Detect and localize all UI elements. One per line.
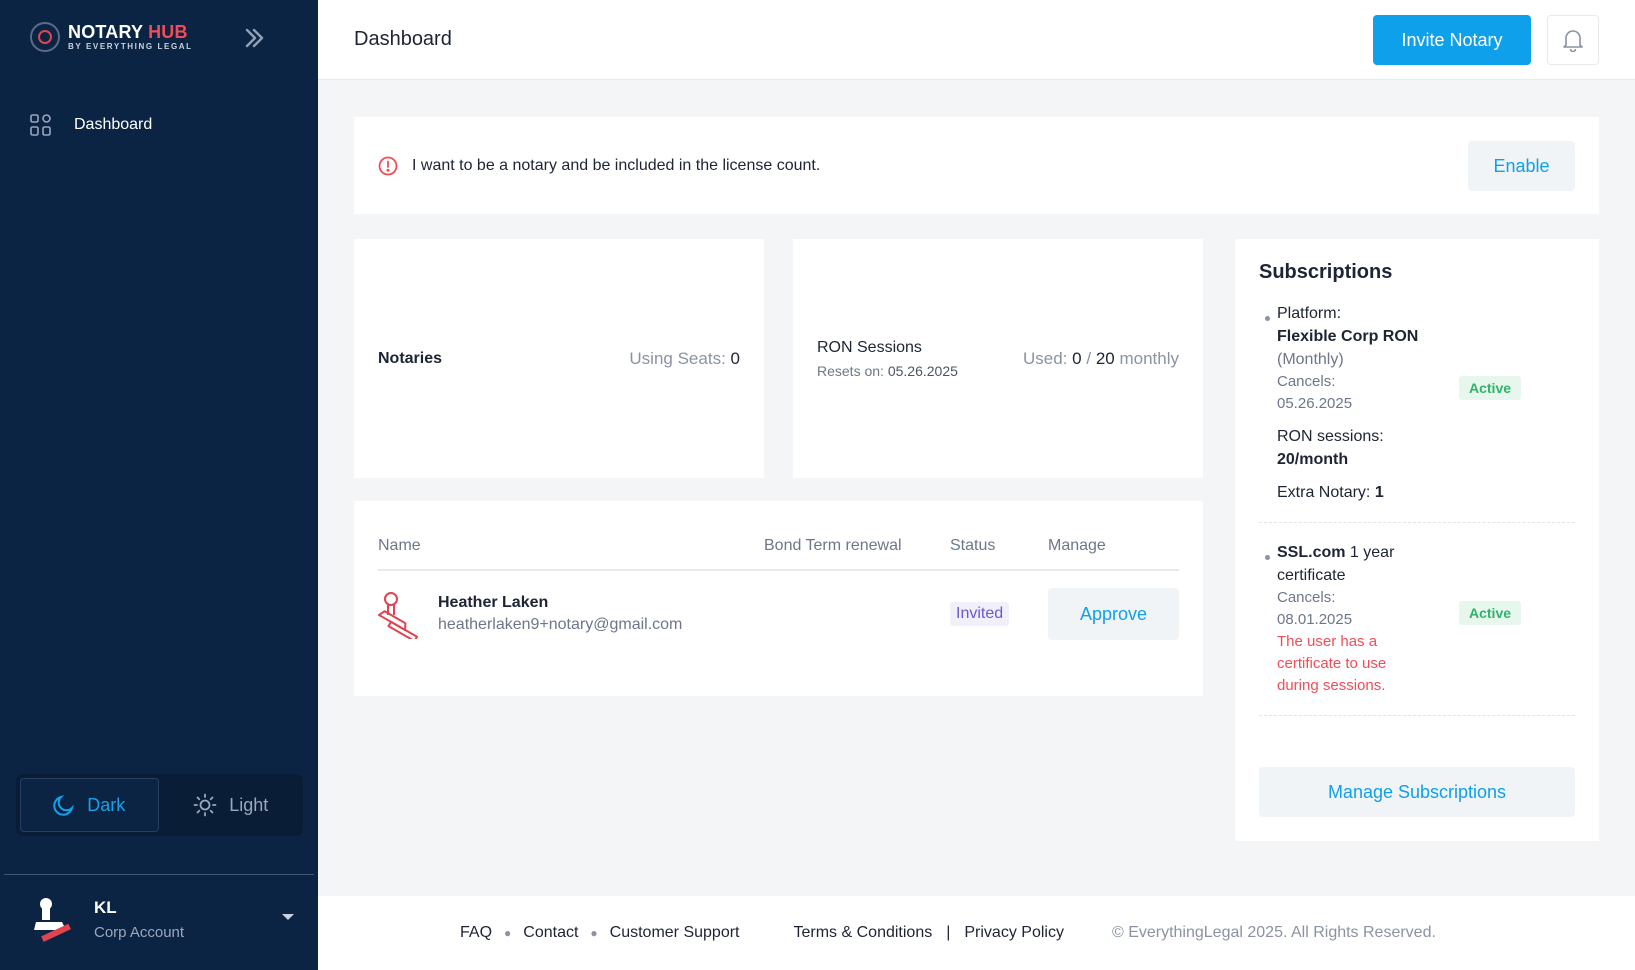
theme-light-label: Light xyxy=(229,794,269,815)
ron-sessions-card: RON Sessions Resets on: 05.26.2025 Used:… xyxy=(793,239,1203,478)
caret-down-icon xyxy=(282,914,294,920)
platform-period: (Monthly) xyxy=(1277,351,1344,368)
column-header-manage: Manage xyxy=(1048,537,1106,554)
theme-toggle: Dark Light xyxy=(16,774,303,836)
notaries-table: Name Bond Term renewal Status Manage Hea… xyxy=(354,501,1203,696)
notary-email: heatherlaken9+notary@gmail.com xyxy=(438,616,683,633)
account-type: Corp Account xyxy=(94,923,185,941)
used-separator: / xyxy=(1086,348,1092,368)
alert-text: I want to be a notary and be included in… xyxy=(412,156,821,174)
notary-stamp-icon xyxy=(378,592,418,639)
table-header: Name Bond Term renewal Status Manage xyxy=(378,501,1179,571)
footer-separator: | xyxy=(946,924,951,941)
platform-cancels-date: 05.26.2025 xyxy=(1277,395,1353,412)
status-badge: Active xyxy=(1459,601,1522,625)
ron-usage: Used: 0 / 20 monthly xyxy=(1023,349,1179,369)
seats-usage: Using Seats: 0 xyxy=(629,349,740,369)
footer-dot: ● xyxy=(504,926,512,940)
notary-person: Heather Laken heatherlaken9+notary@gmail… xyxy=(378,589,950,639)
used-limit: 20 xyxy=(1095,348,1115,368)
ssl-product: SSL.com xyxy=(1277,544,1346,561)
seal-icon xyxy=(30,22,60,52)
theme-light-option[interactable]: Light xyxy=(163,778,300,832)
sidebar: NOTARY HUB BY EVERYTHING LEGAL Dashboard… xyxy=(0,0,318,970)
theme-dark-label: Dark xyxy=(87,794,126,815)
platform-label: Platform: xyxy=(1277,305,1342,322)
logo-name-part1: NOTARY xyxy=(68,22,143,42)
logo[interactable]: NOTARY HUB BY EVERYTHING LEGAL xyxy=(30,22,193,52)
logo-tagline: BY EVERYTHING LEGAL xyxy=(68,42,193,51)
invite-notary-button[interactable]: Invite Notary xyxy=(1373,15,1531,65)
footer-link-privacy[interactable]: Privacy Policy xyxy=(964,924,1064,942)
expand-sidebar-button[interactable] xyxy=(238,22,270,54)
extra-notary-value: 1 xyxy=(1374,484,1384,501)
footer-link-faq[interactable]: FAQ xyxy=(460,924,492,942)
logo-name-part2: HUB xyxy=(148,22,188,42)
ron-sessions-label: RON Sessions xyxy=(817,338,922,356)
grid-icon xyxy=(30,114,51,136)
used-count: 0 xyxy=(1072,348,1082,368)
account-initials: KL xyxy=(94,897,117,917)
notary-stamp-icon xyxy=(34,898,71,942)
subscriptions-panel: Subscriptions Platform: Flexible Corp RO… xyxy=(1235,239,1599,841)
footer-link-terms[interactable]: Terms & Conditions xyxy=(794,924,933,942)
seats-count: 0 xyxy=(730,348,740,368)
sidebar-item-label: Dashboard xyxy=(74,116,153,133)
used-prefix: Used: xyxy=(1022,348,1068,368)
subscription-ssl: SSL.com 1 year certificate Cancels: 08.0… xyxy=(1259,523,1575,716)
copyright: © EverythingLegal 2025. All Rights Reser… xyxy=(1111,924,1436,941)
ssl-note: The user has a certificate to use during… xyxy=(1277,633,1387,694)
moon-icon xyxy=(53,795,75,816)
enable-button[interactable]: Enable xyxy=(1468,141,1575,191)
double-chevron-right-icon xyxy=(245,28,264,48)
notaries-card: Notaries Using Seats: 0 xyxy=(354,239,764,478)
alert-circle-icon xyxy=(378,156,398,175)
footer-link-support[interactable]: Customer Support xyxy=(610,924,740,942)
bell-icon xyxy=(1563,30,1583,52)
extra-notary-label: Extra Notary: xyxy=(1277,484,1371,501)
top-header: Dashboard Invite Notary xyxy=(318,0,1635,80)
approve-button[interactable]: Approve xyxy=(1048,588,1179,640)
subscription-platform: Platform: Flexible Corp RON (Monthly) Ca… xyxy=(1259,284,1575,523)
notary-name: Heather Laken xyxy=(438,594,549,611)
sun-icon xyxy=(193,793,217,817)
resets-date: 05.26.2025 xyxy=(887,362,958,379)
table-row: Heather Laken heatherlaken9+notary@gmail… xyxy=(378,571,1179,657)
notaries-label: Notaries xyxy=(378,349,443,367)
theme-dark-option[interactable]: Dark xyxy=(20,778,159,832)
subscriptions-title: Subscriptions xyxy=(1259,261,1393,283)
resets-label: Resets on: xyxy=(817,362,884,379)
footer-dot: ● xyxy=(590,926,598,940)
column-header-bond: Bond Term renewal xyxy=(764,537,902,554)
page-title: Dashboard xyxy=(354,28,452,50)
sidebar-item-dashboard[interactable]: Dashboard xyxy=(30,114,152,136)
footer-link-contact[interactable]: Contact xyxy=(523,924,578,942)
notifications-button[interactable] xyxy=(1547,15,1599,65)
account-menu[interactable]: KL Corp Account xyxy=(34,884,294,954)
ron-sessions-label: RON sessions: xyxy=(1277,428,1384,445)
ron-sessions-value: 20/month xyxy=(1277,451,1349,468)
ssl-cancels-label: Cancels: xyxy=(1277,589,1336,606)
footer: FAQ ● Contact ● Customer Support Terms &… xyxy=(318,896,1635,970)
platform-plan: Flexible Corp RON xyxy=(1277,328,1419,345)
sidebar-divider xyxy=(4,874,314,875)
manage-subscriptions-button[interactable]: Manage Subscriptions xyxy=(1259,767,1575,817)
status-badge: Invited xyxy=(950,602,1010,626)
column-header-name: Name xyxy=(378,537,421,554)
status-badge: Active xyxy=(1459,376,1522,400)
column-header-status: Status xyxy=(950,537,996,554)
used-period: monthly xyxy=(1119,348,1179,368)
platform-cancels-label: Cancels: xyxy=(1277,373,1336,390)
seats-prefix: Using Seats: xyxy=(629,348,726,368)
notary-license-alert: I want to be a notary and be included in… xyxy=(354,117,1599,214)
ron-resets: Resets on: 05.26.2025 xyxy=(817,363,958,379)
ssl-cancels-date: 08.01.2025 xyxy=(1277,611,1353,628)
